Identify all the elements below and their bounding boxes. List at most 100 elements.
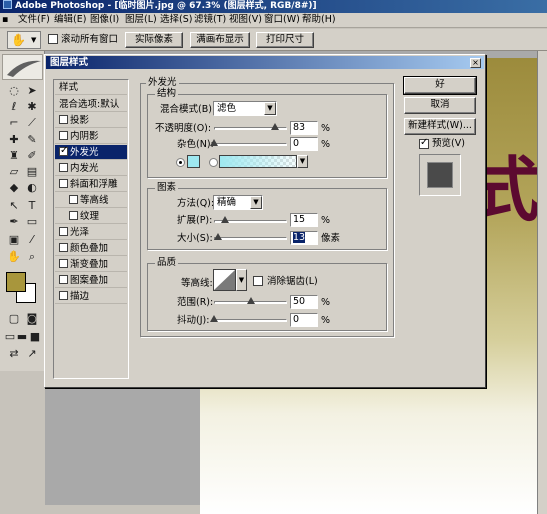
list-item-inner-shadow[interactable]: 内阴影 — [55, 129, 127, 144]
menu-edit[interactable]: 编辑(E) — [54, 14, 86, 26]
list-item-styles[interactable]: 样式 — [55, 80, 127, 95]
contour-checkbox[interactable] — [69, 195, 78, 204]
close-icon[interactable]: × — [470, 58, 481, 68]
jump-to-imageready-icon[interactable]: ⇄ — [6, 347, 22, 360]
menu-view[interactable]: 视图(V) — [229, 14, 262, 26]
gradient-radio[interactable] — [209, 158, 218, 167]
move-tool-icon[interactable]: ➤ — [24, 84, 40, 97]
new-style-button[interactable]: 新建样式(W)... — [404, 118, 476, 135]
satin-checkbox[interactable] — [59, 227, 68, 236]
glow-gradient-picker[interactable] — [219, 155, 297, 168]
glow-color-swatch[interactable] — [187, 155, 200, 168]
chevron-down-icon[interactable]: ▼ — [236, 269, 247, 291]
actual-pixels-button[interactable]: 实际像素 — [125, 32, 183, 48]
preview-check-box[interactable] — [419, 137, 429, 149]
range-input[interactable]: 50 — [290, 295, 318, 309]
gradient-overlay-checkbox[interactable] — [59, 259, 68, 268]
crop-tool-icon[interactable]: ⌐ — [6, 116, 22, 129]
list-item-drop-shadow[interactable]: 投影 — [55, 113, 127, 128]
anti-alias-checkbox[interactable] — [253, 276, 263, 287]
dodge-tool-icon[interactable]: ◐ — [24, 181, 40, 194]
shape-tool-icon[interactable]: ▭ — [24, 215, 40, 228]
imageready-icon[interactable]: ↗ — [24, 347, 40, 360]
noise-slider[interactable] — [214, 143, 287, 146]
fit-on-screen-button[interactable]: 满画布显示 — [190, 32, 250, 48]
eraser-tool-icon[interactable]: ▱ — [6, 165, 22, 178]
dialog-title-bar[interactable]: 图层样式 — [46, 56, 484, 69]
lasso-tool-icon[interactable]: ℓ — [6, 100, 22, 113]
history-brush-tool-icon[interactable]: ✐ — [24, 149, 40, 162]
foreground-color-swatch[interactable] — [6, 272, 26, 292]
magic-wand-tool-icon[interactable]: ✱ — [24, 100, 40, 113]
eyedropper-tool-icon[interactable]: ⁄ — [24, 233, 40, 246]
size-slider[interactable] — [214, 237, 287, 240]
list-item-gradient-overlay[interactable]: 渐变叠加 — [55, 257, 127, 272]
bevel-emboss-checkbox[interactable] — [59, 179, 68, 188]
opacity-slider-thumb[interactable] — [270, 123, 279, 130]
standard-mode-icon[interactable]: ▢ — [6, 312, 22, 325]
chevron-down-icon[interactable]: ▼ — [297, 155, 308, 168]
stroke-checkbox[interactable] — [59, 291, 68, 300]
healing-brush-tool-icon[interactable]: ✚ — [6, 133, 22, 146]
cancel-button[interactable]: 取消 — [404, 97, 476, 114]
slice-tool-icon[interactable]: ⟋ — [24, 116, 40, 129]
blur-tool-icon[interactable]: ◆ — [6, 181, 22, 194]
jitter-slider[interactable] — [214, 319, 287, 322]
tool-preset-picker[interactable]: ✋ ▼ — [7, 31, 41, 49]
technique-select[interactable]: 精确 ▼ — [213, 195, 263, 210]
marquee-tool-icon[interactable]: ◌ — [6, 84, 22, 97]
opacity-input[interactable]: 83 — [290, 121, 318, 135]
list-item-outer-glow[interactable]: 外发光 — [55, 145, 127, 160]
anti-alias-check-box[interactable] — [253, 276, 263, 286]
zoom-tool-icon[interactable]: ⌕ — [24, 250, 40, 263]
inner-shadow-checkbox[interactable] — [59, 131, 68, 140]
noise-slider-thumb[interactable] — [210, 139, 218, 146]
contour-picker[interactable] — [213, 269, 236, 291]
screen-mode-full-icon[interactable]: ■ — [27, 330, 43, 343]
drop-shadow-checkbox[interactable] — [59, 115, 68, 124]
scroll-all-check-box[interactable] — [48, 34, 58, 44]
preview-checkbox[interactable] — [419, 137, 429, 150]
path-selection-tool-icon[interactable]: ↖ — [6, 199, 22, 212]
list-item-texture[interactable]: 纹理 — [55, 209, 127, 224]
brush-tool-icon[interactable]: ✎ — [24, 133, 40, 146]
menu-select[interactable]: 选择(S) — [160, 14, 192, 26]
color-overlay-checkbox[interactable] — [59, 243, 68, 252]
menu-image[interactable]: 图像(I) — [90, 14, 119, 26]
menu-file[interactable]: 文件(F) — [18, 14, 50, 26]
pen-tool-icon[interactable]: ✒ — [6, 215, 22, 228]
type-tool-icon[interactable]: T — [24, 199, 40, 212]
list-item-satin[interactable]: 光泽 — [55, 225, 127, 240]
list-item-color-overlay[interactable]: 颜色叠加 — [55, 241, 127, 256]
menu-layer[interactable]: 图层(L) — [125, 14, 157, 26]
gradient-tool-icon[interactable]: ▤ — [24, 165, 40, 178]
texture-checkbox[interactable] — [69, 211, 78, 220]
blend-mode-select[interactable]: 滤色 ▼ — [213, 101, 277, 116]
list-item-bevel-emboss[interactable]: 斜面和浮雕 — [55, 177, 127, 192]
list-item-contour[interactable]: 等高线 — [55, 193, 127, 208]
list-item-inner-glow[interactable]: 内发光 — [55, 161, 127, 176]
size-slider-thumb[interactable] — [213, 233, 222, 240]
spread-slider-thumb[interactable] — [220, 216, 229, 223]
range-slider-thumb[interactable] — [246, 297, 255, 304]
menu-filter[interactable]: 滤镜(T) — [194, 14, 226, 26]
outer-glow-checkbox[interactable] — [59, 145, 68, 157]
menu-doc-icon[interactable]: ▪ — [2, 14, 8, 26]
inner-glow-checkbox[interactable] — [59, 163, 68, 172]
size-input[interactable]: 13 — [290, 231, 318, 245]
noise-input[interactable]: 0 — [290, 137, 318, 151]
quick-mask-mode-icon[interactable]: ◙ — [24, 312, 40, 325]
hand-tool-icon[interactable]: ✋ — [6, 250, 22, 263]
vertical-scrollbar[interactable] — [537, 51, 547, 514]
jitter-input[interactable]: 0 — [290, 313, 318, 327]
list-item-blending-options[interactable]: 混合选项:默认 — [55, 97, 127, 112]
menu-window[interactable]: 窗口(W) — [264, 14, 300, 26]
menu-help[interactable]: 帮助(H) — [302, 14, 336, 26]
list-item-stroke[interactable]: 描边 — [55, 289, 127, 304]
ok-button[interactable]: 好 — [404, 77, 476, 94]
pattern-overlay-checkbox[interactable] — [59, 275, 68, 284]
spread-input[interactable]: 15 — [290, 213, 318, 227]
notes-tool-icon[interactable]: ▣ — [6, 233, 22, 246]
solid-color-radio[interactable] — [176, 158, 185, 167]
list-item-pattern-overlay[interactable]: 图案叠加 — [55, 273, 127, 288]
